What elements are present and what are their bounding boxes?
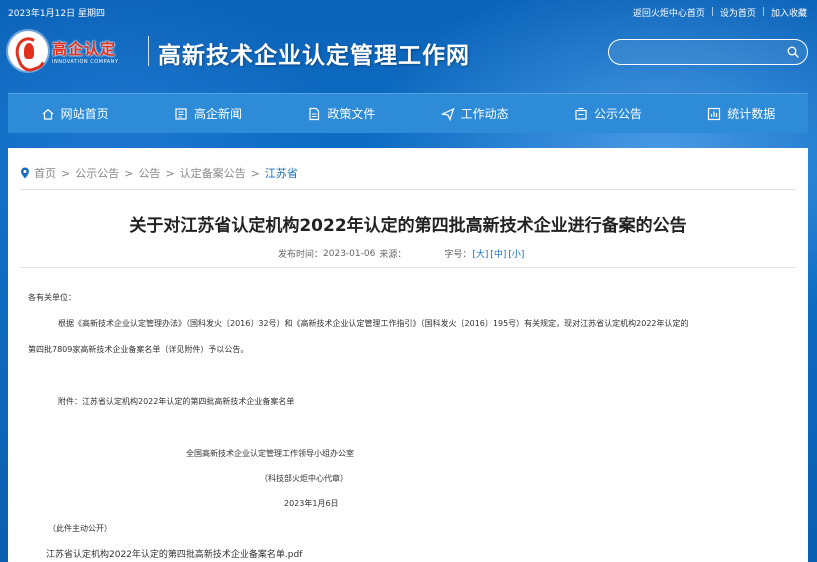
search-input[interactable]	[619, 43, 779, 61]
font-size-medium[interactable]: [中]	[490, 247, 506, 260]
logo-text: 高企认定 INNOVATION COMPANY	[52, 38, 118, 65]
breadcrumb-divider	[20, 189, 796, 190]
attachment-pdf-link[interactable]: 江苏省认定机构2022年认定的第四批高新技术企业备案名单.pdf	[46, 550, 302, 560]
font-size-large[interactable]: [大]	[472, 247, 488, 260]
breadcrumb-arrow: >	[250, 166, 260, 180]
add-favorite-link[interactable]: 加入收藏	[771, 6, 807, 19]
nav-label: 统计数据	[727, 107, 776, 121]
nav-item-stats[interactable]: 统计数据	[675, 94, 808, 134]
top-links: 返回火炬中心首页 | 设为首页 | 加入收藏	[633, 6, 807, 19]
chart-icon	[708, 107, 721, 120]
search-box[interactable]	[608, 39, 808, 65]
breadcrumb-current[interactable]: 江苏省	[265, 165, 298, 181]
breadcrumb-announcement[interactable]: 公告	[138, 165, 160, 181]
breadcrumb-arrow: >	[61, 166, 71, 180]
flame-logo-icon	[8, 31, 48, 71]
signature-org: 全国高新技术企业认定管理工作领导小组办公室	[186, 449, 354, 458]
send-icon	[440, 107, 455, 121]
nav-item-policy[interactable]: 政策文件	[275, 94, 408, 134]
nav-item-news[interactable]: 高企新闻	[141, 94, 274, 134]
nav-label: 政策文件	[327, 107, 376, 121]
nav-item-notice[interactable]: 公示公告	[541, 94, 674, 134]
article-title: 关于对江苏省认定机构2022年认定的第四批高新技术企业进行备案的公告	[129, 216, 687, 236]
news-icon	[175, 107, 187, 120]
salutation: 各有关单位：	[28, 293, 76, 302]
header-divider	[148, 36, 149, 66]
breadcrumb-home[interactable]: 首页	[34, 165, 56, 181]
breadcrumb-arrow: >	[165, 166, 175, 180]
link-separator: |	[761, 7, 765, 17]
source-label: 来源：	[379, 250, 407, 260]
location-pin-icon	[21, 167, 29, 179]
nav-label: 工作动态	[460, 107, 509, 121]
site-logo[interactable]: 高企认定 INNOVATION COMPANY	[8, 28, 158, 74]
attachment-item: 江苏省认定机构2022年认定的第四批高新技术企业备案名单.pdf	[46, 547, 302, 560]
nav-label: 高企新闻	[193, 107, 242, 121]
document-icon	[309, 107, 320, 120]
home-icon	[42, 108, 54, 120]
signature-date: 2023年1月6日	[284, 499, 339, 508]
font-size-small[interactable]: [小]	[508, 247, 524, 260]
link-separator: |	[710, 7, 714, 17]
site-title: 高新技术企业认定管理工作网	[158, 42, 470, 69]
paragraph-line-2: 第四批7809家高新技术企业备案名单（详见附件）予以公告。	[28, 345, 249, 354]
font-size-label: 字号：	[444, 250, 472, 260]
nav-label: 网站首页	[60, 107, 109, 121]
attachment-note: 附件：江苏省认定机构2022年认定的第四批高新技术企业备案名单	[58, 397, 295, 406]
top-bar: 2023年1月12日 星期四 返回火炬中心首页 | 设为首页 | 加入收藏	[0, 0, 817, 24]
search-icon[interactable]	[787, 46, 799, 58]
breadcrumb-arrow: >	[124, 166, 134, 180]
current-date: 2023年1月12日 星期四	[8, 8, 105, 19]
set-homepage-link[interactable]: 设为首页	[720, 6, 756, 19]
main-nav: 网站首页 高企新闻 政策文件 工作动态 公示公告 统计数据	[8, 93, 808, 133]
article-meta: 发布时间： 2023-01-06 来源： 字号： [大] [中] [小]	[278, 247, 525, 261]
meta-divider	[20, 267, 796, 268]
publish-date: 2023-01-06	[323, 248, 376, 259]
nav-label: 公示公告	[593, 107, 642, 121]
logo-chinese: 高企认定	[52, 39, 117, 58]
breadcrumb-notices[interactable]: 公示公告	[75, 165, 119, 181]
publish-label: 发布时间：	[278, 250, 324, 260]
content-panel: 首页 > 公示公告 > 公告 > 认定备案公告 > 江苏省 关于对江苏省认定机构…	[8, 148, 808, 562]
paragraph-line-1: 根据《高新技术企业认定管理办法》（国科发火〔2016〕32号）和《高新技术企业认…	[58, 319, 689, 328]
nav-item-home[interactable]: 网站首页	[8, 94, 141, 134]
logo-english: INNOVATION COMPANY	[52, 58, 119, 65]
return-home-link[interactable]: 返回火炬中心首页	[633, 6, 705, 19]
nav-item-work[interactable]: 工作动态	[408, 94, 541, 134]
notice-icon	[575, 107, 587, 120]
breadcrumb-filing[interactable]: 认定备案公告	[180, 165, 246, 181]
disclosure-note: （此件主动公开）	[48, 524, 112, 533]
signature-sub: （科技部火炬中心代章）	[260, 474, 348, 483]
breadcrumb: 首页 > 公示公告 > 公告 > 认定备案公告 > 江苏省	[20, 165, 298, 181]
